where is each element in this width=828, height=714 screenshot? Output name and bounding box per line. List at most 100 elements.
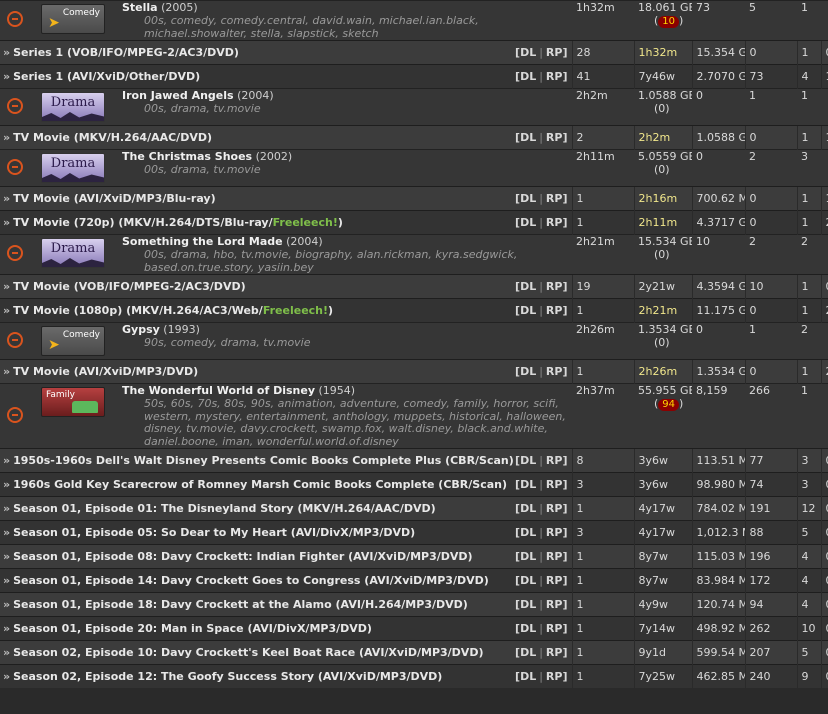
group-tags[interactable]: 90s, comedy, drama, tv.movie — [122, 336, 572, 350]
download-link[interactable]: DL — [520, 598, 536, 611]
report-link[interactable]: RP — [546, 192, 563, 205]
torrent-name-link[interactable]: » 1950s-1960s Dell's Walt Disney Presents… — [3, 450, 514, 473]
torrent-size: 700.62 MB — [696, 192, 746, 205]
download-link[interactable]: DL — [520, 646, 536, 659]
link-separator: | — [539, 526, 543, 539]
report-link[interactable]: RP — [546, 622, 563, 635]
report-link[interactable]: RP — [546, 670, 563, 683]
torrent-snatches: 88 — [749, 526, 764, 539]
group-row: Drama Iron Jawed Angels (2004) 00s, drama,… — [0, 88, 828, 126]
download-link[interactable]: DL — [520, 502, 536, 515]
collapse-minus-icon[interactable] — [7, 406, 23, 423]
torrent-name-link[interactable]: » Season 01, Episode 18: Davy Crockett at… — [3, 594, 468, 617]
torrent-name-link[interactable]: » TV Movie (MKV/H.264/AAC/DVD) — [3, 127, 212, 150]
drama-genre-banner[interactable]: Drama — [41, 153, 105, 183]
download-link[interactable]: DL — [520, 304, 536, 317]
report-link[interactable]: RP — [546, 502, 563, 515]
torrent-size: 462.85 MB — [696, 670, 746, 683]
download-link[interactable]: DL — [520, 365, 536, 378]
torrent-snatches: 240 — [749, 670, 771, 683]
torrent-name-link[interactable]: » Season 01, Episode 14: Davy Crockett Go… — [3, 570, 489, 593]
download-link[interactable]: DL — [520, 670, 536, 683]
report-link[interactable]: RP — [546, 365, 563, 378]
torrent-name-link[interactable]: » Season 02, Episode 12: The Goofy Succes… — [3, 665, 442, 688]
comedy-genre-banner[interactable]: Comedy ➤ — [41, 326, 105, 356]
family-genre-banner[interactable]: Family — [41, 387, 105, 417]
torrent-name-link[interactable]: » Season 01, Episode 08: Davy Crockett: I… — [3, 546, 473, 569]
download-link[interactable]: DL — [520, 550, 536, 563]
group-tags[interactable]: 00s, comedy, comedy.central, david.wain,… — [122, 14, 572, 40]
report-link[interactable]: RP — [546, 131, 563, 144]
group-tags[interactable]: 00s, drama, tv.movie — [122, 163, 572, 177]
download-link[interactable]: DL — [520, 280, 536, 293]
torrent-seeders: 4 — [801, 550, 809, 563]
download-link[interactable]: DL — [520, 46, 536, 59]
report-link[interactable]: RP — [546, 646, 563, 659]
group-title-link[interactable]: Iron Jawed Angels — [122, 90, 234, 103]
torrent-name-link[interactable]: » Series 1 (AVI/XviD/Other/DVD) — [3, 66, 200, 89]
download-link[interactable]: DL — [520, 192, 536, 205]
report-link[interactable]: RP — [546, 280, 563, 293]
torrent-name-link[interactable]: » Series 1 (VOB/IFO/MPEG-2/AC3/DVD) — [3, 42, 239, 65]
report-link[interactable]: RP — [546, 526, 563, 539]
leechers-cell: 0 — [820, 40, 828, 65]
dl-rp-links: [DL | RP] — [515, 192, 568, 205]
report-link[interactable]: RP — [546, 70, 563, 83]
group-title-link[interactable]: Gypsy — [122, 324, 160, 337]
group-tags[interactable]: 50s, 60s, 70s, 80s, 90s, animation, adve… — [122, 397, 572, 448]
torrent-name-link[interactable]: » TV Movie (1080p) (MKV/H.264/AC3/Web/Fre… — [3, 300, 333, 323]
report-link[interactable]: RP — [546, 598, 563, 611]
collapse-minus-icon[interactable] — [7, 11, 23, 27]
report-link[interactable]: RP — [546, 550, 563, 563]
spacer — [821, 383, 828, 449]
group-title-link[interactable]: The Wonderful World of Disney — [122, 385, 315, 398]
drama-genre-banner[interactable]: Drama — [41, 238, 105, 268]
download-link[interactable]: DL — [520, 454, 536, 467]
download-link[interactable]: DL — [520, 70, 536, 83]
link-separator: | — [539, 280, 543, 293]
collapse-minus-icon[interactable] — [7, 245, 23, 261]
comedy-genre-banner[interactable]: Comedy ➤ — [41, 4, 105, 34]
torrent-name-link[interactable]: » TV Movie (AVI/XviD/MP3/Blu-ray) — [3, 188, 216, 211]
torrent-name-link[interactable]: » Season 02, Episode 10: Davy Crockett's … — [3, 642, 484, 665]
group-leechers-cell: 2 — [797, 234, 821, 275]
download-link[interactable]: DL — [520, 526, 536, 539]
group-title-link[interactable]: Stella — [122, 2, 158, 15]
group-info-cell: Gypsy (1993) 90s, comedy, drama, tv.movie — [116, 322, 572, 360]
group-info-cell: The Christmas Shoes (2002) 00s, drama, tv… — [116, 149, 572, 187]
torrent-name-link[interactable]: » TV Movie (VOB/IFO/MPEG-2/AC3/DVD) — [3, 276, 246, 299]
collapse-cell — [0, 88, 30, 126]
collapse-minus-icon[interactable] — [7, 158, 23, 175]
group-title-link[interactable]: Something the Lord Made — [122, 236, 283, 249]
torrent-name-link[interactable]: » TV Movie (720p) (MKV/H.264/DTS/Blu-ray/… — [3, 212, 343, 235]
group-size: 1.3534 GB — [638, 323, 692, 337]
collapse-minus-icon[interactable] — [7, 331, 23, 348]
torrent-name-link[interactable]: » 1960s Gold Key Scarecrow of Romney Mars… — [3, 474, 507, 497]
group-time: 2h2m — [576, 89, 608, 103]
torrent-name-link[interactable]: » TV Movie (AVI/XviD/MP3/DVD) — [3, 361, 198, 384]
report-link[interactable]: RP — [546, 574, 563, 587]
torrent-size: 11.175 GB — [696, 304, 746, 317]
report-link[interactable]: RP — [546, 454, 563, 467]
drama-genre-banner[interactable]: Drama — [41, 92, 105, 122]
torrent-name: Season 02, Episode 10: Davy Crockett's K… — [13, 646, 484, 659]
download-link[interactable]: DL — [520, 131, 536, 144]
report-link[interactable]: RP — [546, 478, 563, 491]
torrent-size: 1.0588 GB — [696, 131, 746, 144]
report-link[interactable]: RP — [546, 216, 563, 229]
collapse-minus-icon[interactable] — [7, 97, 23, 114]
torrent-name-link[interactable]: » Season 01, Episode 20: Man in Space (AV… — [3, 618, 372, 641]
group-tags[interactable]: 00s, drama, tv.movie — [122, 102, 572, 116]
download-link[interactable]: DL — [520, 574, 536, 587]
torrent-name-link[interactable]: » Season 01, Episode 05: So Dear to My He… — [3, 522, 415, 545]
time-cell: 7y14w — [633, 616, 692, 641]
download-link[interactable]: DL — [520, 216, 536, 229]
report-link[interactable]: RP — [546, 46, 563, 59]
download-link[interactable]: DL — [520, 478, 536, 491]
group-title-link[interactable]: The Christmas Shoes — [122, 151, 252, 164]
group-size-cell: 1.3534 GB (0) — [634, 322, 692, 360]
report-link[interactable]: RP — [546, 304, 563, 317]
group-tags[interactable]: 00s, drama, hbo, tv.movie, biography, al… — [122, 248, 572, 274]
torrent-name-link[interactable]: » Season 01, Episode 01: The Disneyland S… — [3, 498, 436, 521]
download-link[interactable]: DL — [520, 622, 536, 635]
